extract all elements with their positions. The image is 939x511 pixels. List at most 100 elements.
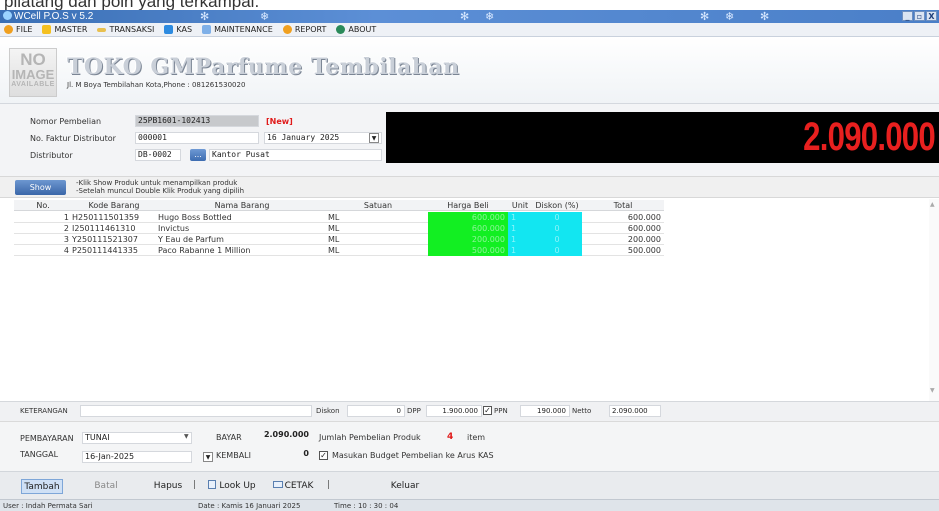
cetak-button[interactable]: CETAK (268, 479, 318, 494)
menu-kas[interactable]: KAS (164, 25, 192, 34)
distributor-lookup-button[interactable]: ... (190, 149, 206, 161)
diskon-input[interactable]: 0 (347, 405, 405, 417)
col-unit: Unit (511, 201, 529, 210)
snowflake-icon: ❄ (260, 10, 270, 23)
no-image-placeholder: NO IMAGE AVAILABLE (9, 48, 57, 97)
chevron-down-icon[interactable]: ▼ (203, 452, 213, 462)
cell-harga[interactable]: 600.000 (428, 212, 508, 223)
tambah-button[interactable]: Tambah (21, 479, 63, 494)
cell-nama: Invictus (158, 224, 190, 233)
col-diskon: Diskon (%) (535, 201, 579, 210)
lookup-icon (208, 480, 217, 489)
menu-file[interactable]: FILE (4, 25, 32, 34)
cell-unit[interactable]: 1 (508, 245, 532, 256)
jumlah-count: 4 (447, 432, 454, 442)
status-bar: User : Indah Permata Sari Date : Kamis 1… (0, 499, 939, 511)
cell-diskon[interactable]: 0 (532, 223, 582, 234)
keterangan-input[interactable] (80, 405, 312, 417)
pembayaran-label: PEMBAYARAN (20, 434, 74, 443)
col-kode: Kode Barang (88, 201, 140, 210)
cell-diskon[interactable]: 0 (532, 212, 582, 223)
table-row[interactable]: 1 H250111501359 Hugo Boss Bottled ML 600… (14, 212, 664, 223)
cell-satuan: ML (328, 224, 340, 233)
pembayaran-select[interactable]: TUNAI (82, 432, 192, 444)
keterangan-label: KETERANGAN (20, 407, 68, 415)
tanggal-picker[interactable]: 16-Jan-2025 (82, 451, 192, 463)
cell-diskon[interactable]: 0 (532, 234, 582, 245)
col-harga: Harga Beli (447, 201, 489, 210)
menu-maintenance[interactable]: MAINTENANCE (202, 25, 273, 34)
caption-text: pilatang dan poin yang terkampai. (0, 0, 939, 10)
netto-label: Netto (572, 407, 592, 415)
about-icon (336, 25, 346, 34)
cell-harga[interactable]: 500.000 (428, 245, 508, 256)
distributor-name-field: Kantor Pusat (209, 149, 382, 161)
item-label: item (467, 433, 486, 442)
col-nama: Nama Barang (214, 201, 270, 210)
shop-address: Jl. M Boya Tembilahan Kota,Phone : 08126… (67, 81, 246, 89)
cell-unit[interactable]: 1 (508, 212, 532, 223)
grand-total: 2.090.000 (803, 115, 936, 159)
cell-nama: Y Eau de Parfum (158, 235, 224, 244)
faktur-input[interactable]: 000001 (135, 132, 259, 144)
nomor-pembelian-label: Nomor Pembelian (30, 117, 102, 126)
window-title-text: WCell P.O.S v 5.2 (14, 11, 94, 22)
minimize-button[interactable]: _ (902, 11, 913, 21)
menu-report[interactable]: REPORT (282, 25, 326, 34)
snowflake-icon: ✻ (200, 10, 210, 23)
table-row[interactable]: 2 I250111461310 Invictus ML 600.000 1 0 … (14, 223, 664, 234)
restore-button[interactable]: ▫ (914, 11, 925, 21)
cell-unit[interactable]: 1 (508, 223, 532, 234)
cell-total: 500.000 (627, 246, 661, 255)
budget-checkbox[interactable]: ✓ (319, 451, 328, 460)
cell-no: 1 (63, 213, 69, 222)
jumlah-label: Jumlah Pembelian Produk (319, 433, 421, 442)
menu-master[interactable]: MASTER (42, 25, 87, 34)
shop-header: NO IMAGE AVAILABLE TOKO GMParfume Tembil… (0, 37, 939, 104)
cell-harga[interactable]: 600.000 (428, 223, 508, 234)
summary-row: KETERANGAN Diskon 0 DPP 1.900.000 ✓ PPN … (0, 401, 939, 421)
status-time: Time : 10 : 30 : 04 (334, 502, 399, 510)
scroll-down-icon[interactable]: ▼ (930, 387, 935, 394)
cell-satuan: ML (328, 213, 340, 222)
scroll-up-icon[interactable]: ▲ (930, 201, 935, 208)
show-produk-bar: Show Produk -Klik Show Produk untuk mena… (0, 176, 939, 207)
ppn-checkbox[interactable]: ✓ (483, 406, 492, 415)
cell-kode: I250111461310 (72, 224, 136, 233)
close-button[interactable]: X (926, 11, 937, 21)
cell-diskon[interactable]: 0 (532, 245, 582, 256)
cell-harga[interactable]: 200.000 (428, 234, 508, 245)
chevron-down-icon[interactable]: ▼ (369, 133, 379, 143)
total-display: 2.090.000 (386, 112, 939, 163)
snowflake-icon: ✻ (760, 10, 770, 23)
date-picker[interactable]: 16 January 2025 (264, 132, 382, 144)
cash-icon (164, 25, 174, 34)
lookup-button[interactable]: Look Up (204, 479, 260, 494)
menu-about[interactable]: ABOUT (336, 25, 376, 34)
chevron-down-icon[interactable]: ▼ (184, 433, 189, 440)
diskon-label: Diskon (316, 407, 340, 415)
show-produk-button[interactable]: Show Produk (15, 180, 66, 207)
keluar-button[interactable]: Keluar (380, 479, 430, 494)
cell-satuan: ML (328, 235, 340, 244)
transaction-icon (97, 27, 107, 32)
cell-total: 200.000 (627, 235, 661, 244)
table-row[interactable]: 4 P250111441335 Paco Rabanne 1 Million M… (14, 245, 664, 256)
cell-no: 2 (63, 224, 69, 233)
kembali-field: 0 (303, 449, 309, 458)
menu-transaksi[interactable]: TRANSAKSI (97, 25, 154, 34)
cell-unit[interactable]: 1 (508, 234, 532, 245)
new-badge: [New] (266, 117, 293, 126)
distributor-code-input[interactable]: DB-0002 (135, 149, 181, 161)
hapus-button[interactable]: Hapus (148, 479, 188, 494)
action-toolbar: Tambah Batal Hapus | Look Up CETAK | Kel… (0, 471, 939, 499)
window-title: WCell P.O.S v 5.2 (3, 10, 93, 23)
bayar-input[interactable]: 2.090.000 (232, 430, 312, 442)
vertical-scrollbar[interactable]: ▲ ▼ (929, 199, 939, 401)
table-row[interactable]: 3 Y250111521307 Y Eau de Parfum ML 200.0… (14, 234, 664, 245)
cell-kode: P250111441335 (72, 246, 138, 255)
tanggal-label: TANGGAL (20, 450, 59, 459)
batal-button[interactable]: Batal (86, 479, 126, 494)
col-no: No. (36, 201, 50, 210)
hint-line-1: -Klik Show Produk untuk menampilkan prod… (76, 179, 238, 187)
